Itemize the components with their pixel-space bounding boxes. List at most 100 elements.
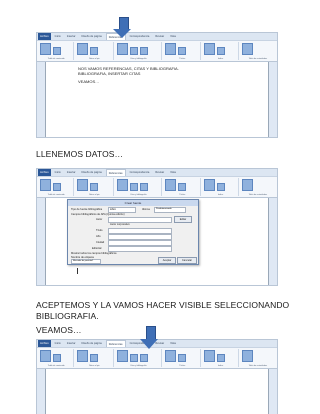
insert-index-icon[interactable]: [217, 354, 226, 362]
cross-reference-icon[interactable]: [178, 183, 187, 191]
mark-citation-icon[interactable]: [241, 350, 253, 362]
tab-diseno[interactable]: Diseño de página: [80, 340, 104, 347]
add-text-icon[interactable]: [53, 47, 61, 55]
cancel-button[interactable]: Cancelar: [177, 257, 197, 264]
insert-index-icon[interactable]: [217, 183, 226, 191]
tab-archivo[interactable]: Archivo: [38, 340, 51, 347]
group-citations-label: Citas y bibliografía: [130, 194, 147, 196]
group-authorities-label: Tabla de autoridades: [248, 58, 268, 60]
tag-name-value: Marcador de posición1: [73, 260, 94, 262]
show-all-fields-checkbox[interactable]: Mostrar todos los campos bibliográficos: [71, 252, 117, 255]
screenshot-references-ribbon-3: Archivo Inicio Insertar Diseño de página…: [36, 339, 278, 414]
insert-caption-icon[interactable]: [165, 43, 177, 55]
language-select[interactable]: Predeterminado: [154, 207, 186, 213]
group-captions: Títulos: [164, 42, 202, 60]
footnote-icon[interactable]: [77, 350, 89, 362]
tab-insertar[interactable]: Insertar: [65, 340, 78, 347]
document-page[interactable]: NOS VAMOS REFERENCIAS, CITAS Y BIBLIOGRA…: [45, 62, 269, 137]
document-page[interactable]: [45, 369, 269, 414]
toc-icon[interactable]: [40, 179, 51, 191]
mark-entry-icon[interactable]: [204, 43, 216, 55]
field-label-year: Año: [96, 235, 101, 238]
mark-citation-icon[interactable]: [241, 43, 253, 55]
ok-button[interactable]: Aceptar: [158, 257, 176, 264]
field-label-title: Título: [96, 229, 103, 232]
group-captions-label: Títulos: [179, 58, 186, 60]
group-index: Índice: [203, 42, 239, 60]
fields-heading: Campos bibliográficos de APA (Quinta edi…: [71, 213, 125, 216]
tab-vista[interactable]: Vista: [168, 33, 178, 40]
tab-referencias[interactable]: Referencias: [105, 340, 126, 347]
tab-revisar[interactable]: Revisar: [153, 169, 166, 176]
tab-diseno[interactable]: Diseño de página: [80, 169, 104, 176]
doc-line: BIBLIOGRAFIA, INSERTAR CITAS: [78, 71, 141, 76]
field-label-city: Ciudad: [96, 241, 105, 244]
insert-citation-icon[interactable]: [116, 179, 128, 191]
screenshot-references-ribbon-2: Archivo Inicio Insertar Diseño de página…: [36, 168, 278, 286]
cross-reference-icon[interactable]: [178, 354, 187, 362]
group-captions: Títulos: [164, 349, 202, 367]
tab-correspondencia[interactable]: Correspondencia: [128, 169, 152, 176]
tab-inicio[interactable]: Inicio: [53, 340, 63, 347]
tab-vista[interactable]: Vista: [168, 340, 178, 347]
next-footnote-icon[interactable]: [90, 183, 99, 191]
ribbon-tabs: Archivo Inicio Insertar Diseño de página…: [37, 33, 277, 40]
next-footnote-icon[interactable]: [90, 47, 99, 55]
group-index-label: Índice: [217, 365, 224, 367]
mark-entry-icon[interactable]: [204, 179, 216, 191]
group-toc-label: Tabla de contenido: [47, 194, 65, 196]
footnote-icon[interactable]: [77, 179, 89, 191]
tab-inicio[interactable]: Inicio: [53, 169, 63, 176]
toc-icon[interactable]: [40, 350, 51, 362]
insert-citation-icon[interactable]: [116, 43, 128, 55]
doc-text: NOS VAMOS REFERENCIAS, CITAS Y BIBLIOGRA…: [78, 66, 179, 84]
corporate-author-checkbox[interactable]: Autor corporativo: [110, 223, 130, 226]
tab-referencias[interactable]: Referencias: [105, 169, 126, 176]
group-toc: Tabla de contenido: [39, 178, 75, 196]
tab-revisar[interactable]: Revisar: [153, 33, 166, 40]
ribbon-toolbar: Tabla de contenido Notas al pie Citas y …: [37, 347, 277, 369]
tab-insertar[interactable]: Insertar: [65, 169, 78, 176]
manage-sources-icon[interactable]: [129, 354, 138, 362]
add-text-icon[interactable]: [53, 354, 61, 362]
language-value: Predeterminado: [156, 208, 172, 210]
group-toc-label: Tabla de contenido: [47, 365, 65, 367]
bibliography-icon[interactable]: [139, 183, 148, 191]
tab-diseno[interactable]: Diseño de página: [80, 33, 104, 40]
insert-caption-icon[interactable]: [165, 350, 177, 362]
insert-citation-icon[interactable]: [116, 350, 128, 362]
tab-vista[interactable]: Vista: [168, 169, 178, 176]
insert-index-icon[interactable]: [217, 47, 226, 55]
manage-sources-icon[interactable]: [129, 183, 138, 191]
tag-name-input[interactable]: Marcador de posición1: [71, 259, 101, 264]
cross-reference-icon[interactable]: [178, 47, 187, 55]
footnote-icon[interactable]: [77, 43, 89, 55]
tab-insertar[interactable]: Insertar: [65, 33, 78, 40]
group-footnotes-label: Notas al pie: [89, 58, 100, 60]
edit-author-button[interactable]: Editar: [174, 216, 192, 223]
text-cursor: [77, 268, 78, 274]
tab-archivo[interactable]: Archivo: [38, 33, 51, 40]
add-text-icon[interactable]: [53, 183, 61, 191]
source-type-label: Tipo de fuente bibliográfica: [71, 208, 103, 211]
tab-correspondencia[interactable]: Correspondencia: [128, 33, 152, 40]
bibliography-icon[interactable]: [139, 354, 148, 362]
group-authorities: Tabla de autoridades: [241, 349, 275, 367]
mark-entry-icon[interactable]: [204, 350, 216, 362]
manage-sources-icon[interactable]: [129, 47, 138, 55]
mark-citation-icon[interactable]: [241, 179, 253, 191]
group-captions-label: Títulos: [179, 194, 186, 196]
caption-llenemos: LLENEMOS DATOS…: [36, 149, 124, 159]
bibliography-icon[interactable]: [139, 47, 148, 55]
group-footnotes: Notas al pie: [76, 349, 114, 367]
next-footnote-icon[interactable]: [90, 354, 99, 362]
group-toc-label: Tabla de contenido: [47, 58, 65, 60]
group-citations: Citas y bibliografía: [116, 42, 163, 60]
tab-archivo[interactable]: Archivo: [38, 169, 51, 176]
toc-icon[interactable]: [40, 43, 51, 55]
tab-inicio[interactable]: Inicio: [53, 33, 63, 40]
publisher-input[interactable]: [108, 246, 172, 252]
language-label: Idioma: [142, 208, 150, 211]
insert-caption-icon[interactable]: [165, 179, 177, 191]
group-authorities-label: Tabla de autoridades: [248, 365, 268, 367]
